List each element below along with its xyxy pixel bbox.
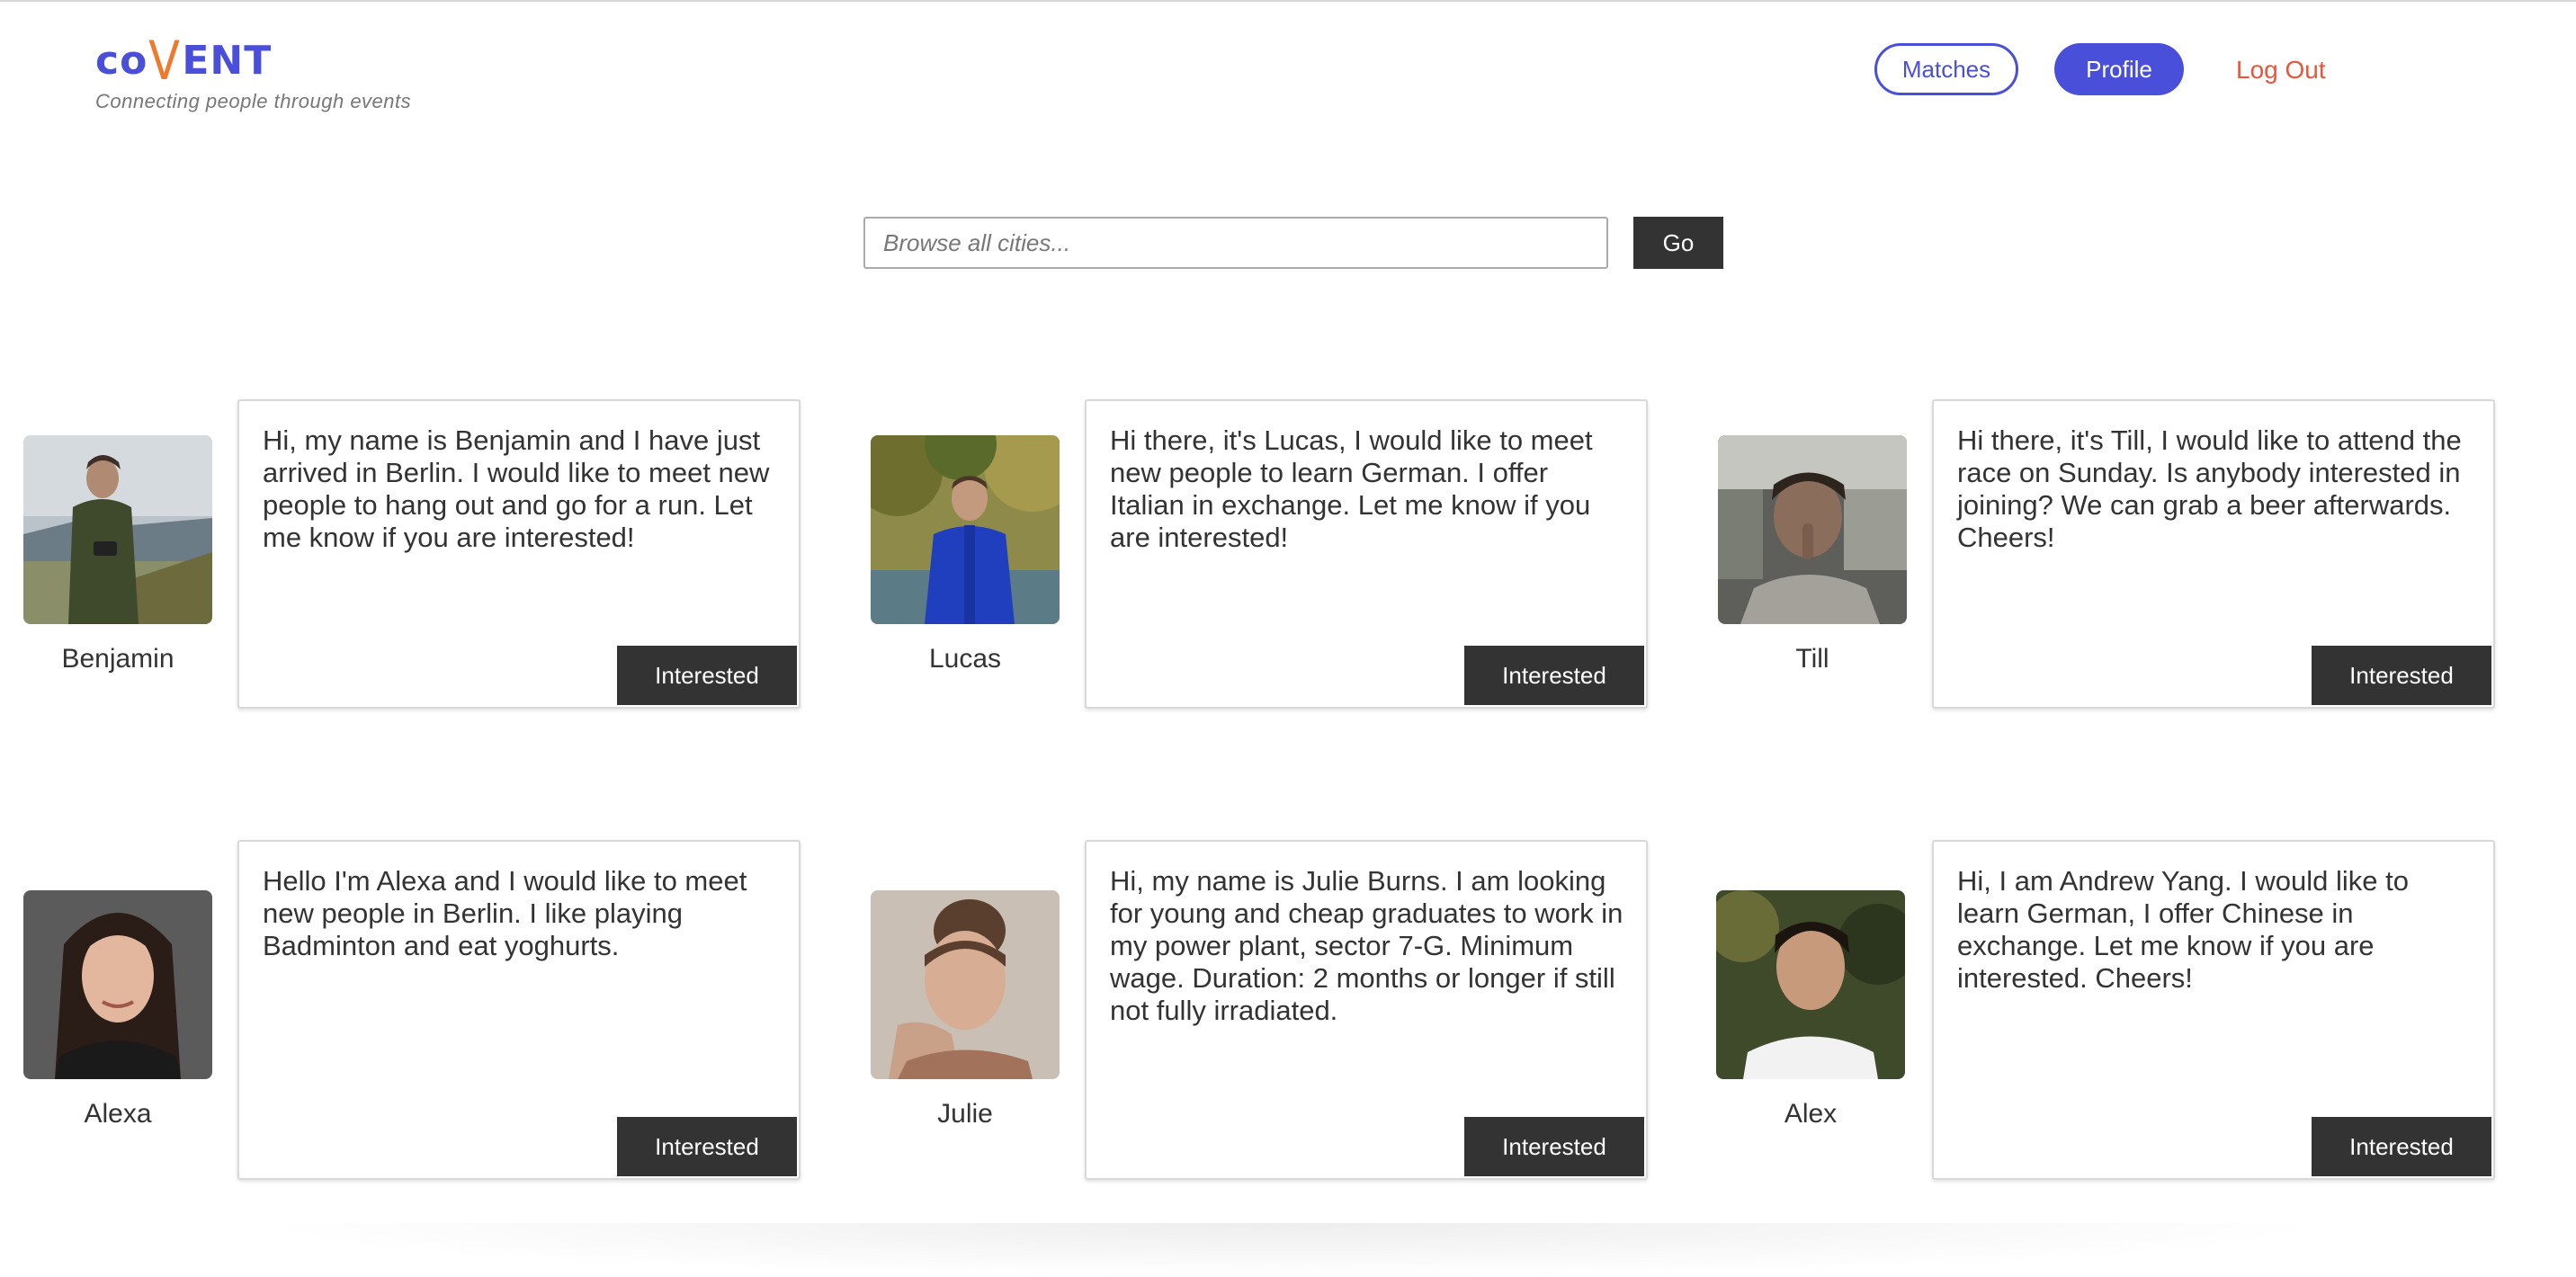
interested-button[interactable]: Interested <box>1464 646 1644 705</box>
avatar <box>1716 890 1905 1079</box>
logo-suffix: ENT <box>182 38 273 84</box>
person-name: Alexa <box>84 1099 152 1129</box>
message-text: Hi there, it's Till, I would like to att… <box>1957 424 2462 553</box>
interested-button[interactable]: Interested <box>617 646 797 705</box>
person-name: Julie <box>937 1099 993 1129</box>
person-name: Lucas <box>928 644 1002 674</box>
avatar <box>871 435 1060 624</box>
logo[interactable]: co V ENT Connecting people through events <box>95 30 412 113</box>
message-text: Hello I'm Alexa and I would like to meet… <box>263 865 747 961</box>
message-text: Hi there, it's Lucas, I would like to me… <box>1110 424 1593 553</box>
message-text: Hi, my name is Julie Burns. I am looking… <box>1110 865 1623 1026</box>
message-box: Hi there, it's Lucas, I would like to me… <box>1085 399 1648 709</box>
top-border <box>0 0 2576 2</box>
avatar <box>23 890 212 1079</box>
interested-button[interactable]: Interested <box>1464 1117 1644 1176</box>
match-card: Till Hi there, it's Till, I would like t… <box>1718 399 2563 709</box>
message-text: Hi, I am Andrew Yang. I would like to le… <box>1957 865 2409 994</box>
matches-button[interactable]: Matches <box>1874 43 2018 95</box>
person-name: Benjamin <box>61 644 174 674</box>
message-box: Hi there, it's Till, I would like to att… <box>1932 399 2495 709</box>
avatar <box>23 435 212 624</box>
logo-wordmark: co V ENT <box>95 30 411 93</box>
match-card: Benjamin Hi, my name is Benjamin and I h… <box>23 399 869 709</box>
logout-link[interactable]: Log Out <box>2236 56 2326 85</box>
interested-button[interactable]: Interested <box>2312 646 2491 705</box>
message-box: Hi, my name is Julie Burns. I am looking… <box>1085 840 1648 1180</box>
person-name: Till <box>1795 644 1829 674</box>
interested-button[interactable]: Interested <box>617 1117 797 1176</box>
match-card: Alex Hi, I am Andrew Yang. I would like … <box>1716 840 2562 1180</box>
tagline: Connecting people through events <box>95 90 412 112</box>
message-box: Hello I'm Alexa and I would like to meet… <box>237 840 801 1180</box>
logo-v: V <box>148 30 182 93</box>
match-card: Lucas Hi there, it's Lucas, I would like… <box>871 399 1716 709</box>
avatar <box>1718 435 1907 624</box>
person-name: Alex <box>1784 1099 1838 1129</box>
interested-button[interactable]: Interested <box>2312 1117 2491 1176</box>
go-button[interactable]: Go <box>1633 217 1723 269</box>
footer-shadow <box>243 1223 2339 1277</box>
match-card: Julie Hi, my name is Julie Burns. I am l… <box>871 840 1716 1180</box>
match-card: Alexa Hello I'm Alexa and I would like t… <box>23 840 869 1180</box>
avatar <box>871 890 1060 1079</box>
logo-prefix: co <box>95 38 148 84</box>
message-box: Hi, I am Andrew Yang. I would like to le… <box>1932 840 2495 1180</box>
city-search-input[interactable] <box>863 217 1608 269</box>
message-text: Hi, my name is Benjamin and I have just … <box>263 424 770 553</box>
profile-button[interactable]: Profile <box>2054 43 2184 95</box>
message-box: Hi, my name is Benjamin and I have just … <box>237 399 801 709</box>
